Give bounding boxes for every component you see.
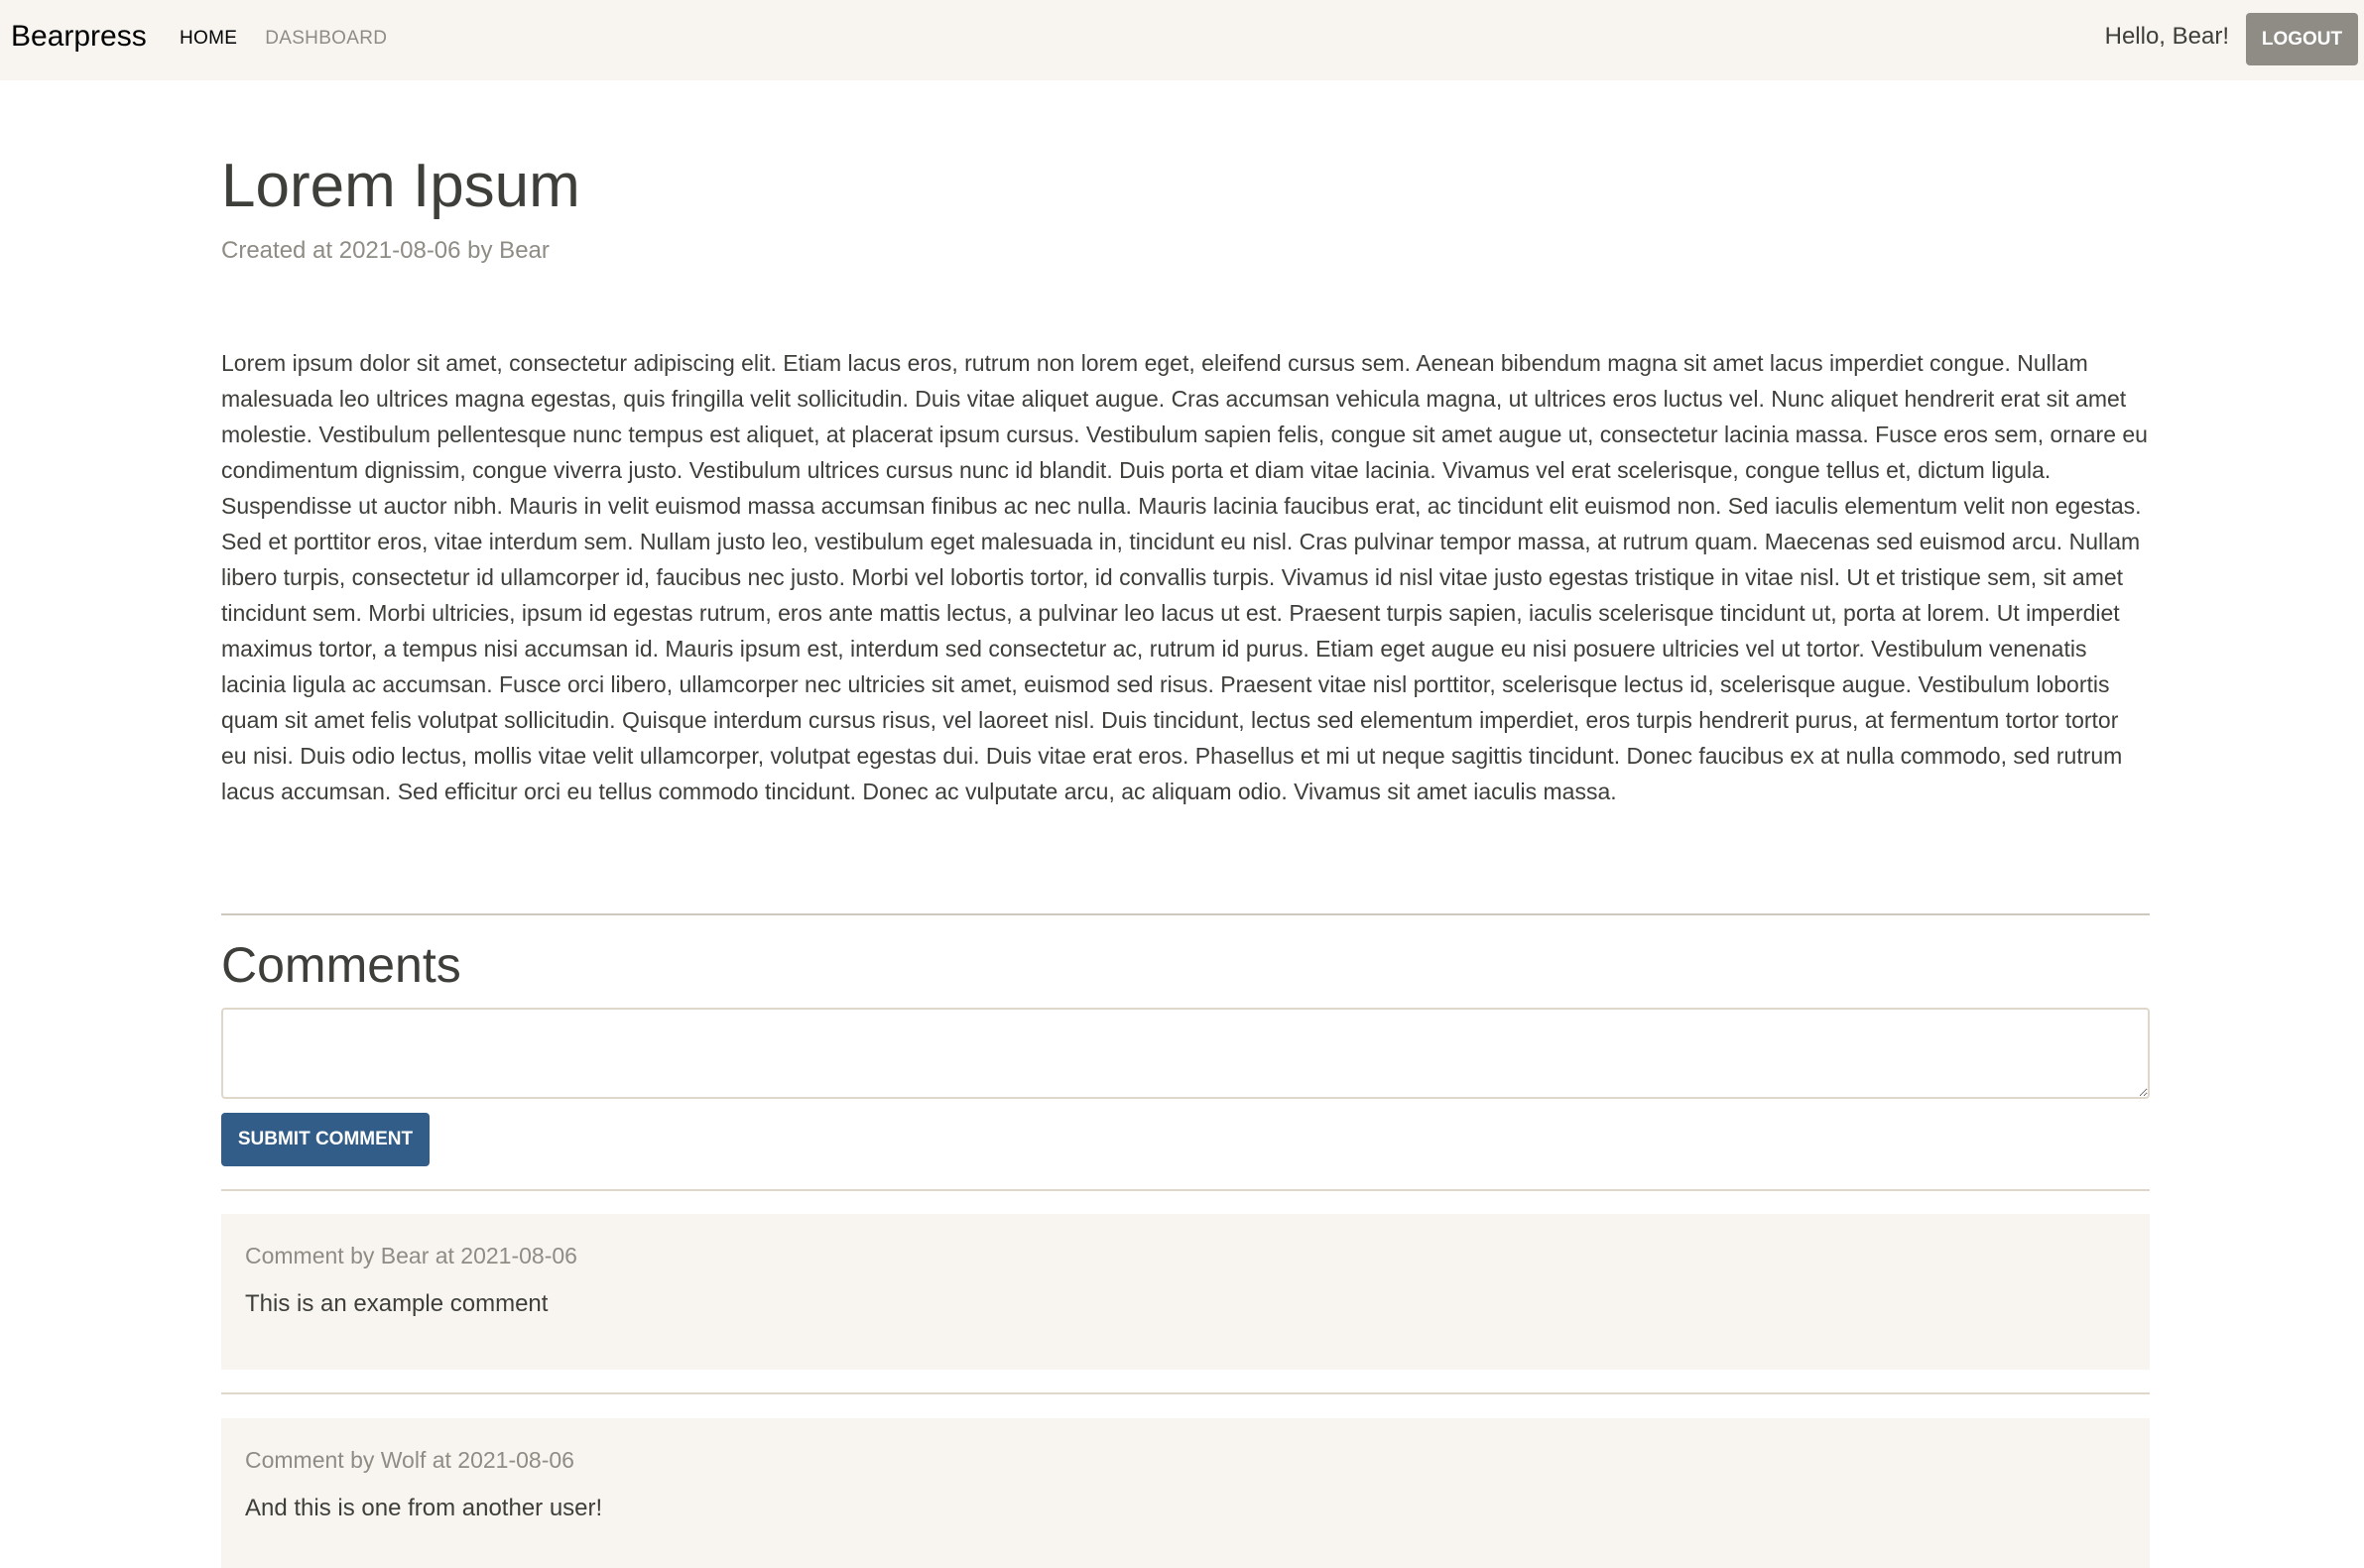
post-meta: Created at 2021-08-06 by Bear bbox=[221, 237, 550, 264]
logout-button[interactable]: LOGOUT bbox=[2246, 13, 2358, 65]
section-divider bbox=[221, 913, 2150, 915]
comment-card: Comment by Bear at 2021-08-06 This is an… bbox=[221, 1214, 2150, 1370]
user-greeting: Hello, Bear! bbox=[2104, 23, 2229, 50]
nav-links: HOME DASHBOARD bbox=[180, 28, 387, 50]
comment-meta: Comment by Wolf at 2021-08-06 bbox=[245, 1447, 574, 1473]
comment-divider bbox=[221, 1189, 2150, 1191]
comment-card: Comment by Wolf at 2021-08-06 And this i… bbox=[221, 1418, 2150, 1568]
comment-text: This is an example comment bbox=[245, 1290, 549, 1317]
nav-link-home[interactable]: HOME bbox=[180, 28, 237, 49]
nav-item-dashboard: DASHBOARD bbox=[265, 28, 387, 50]
submit-comment-button[interactable]: SUBMIT COMMENT bbox=[221, 1113, 430, 1166]
comment-input[interactable] bbox=[221, 1008, 2150, 1099]
nav-link-dashboard[interactable]: DASHBOARD bbox=[265, 28, 387, 49]
post-title: Lorem Ipsum bbox=[221, 152, 580, 220]
comments-heading: Comments bbox=[221, 937, 461, 993]
comment-text: And this is one from another user! bbox=[245, 1495, 603, 1521]
nav-item-home: HOME bbox=[180, 28, 237, 50]
post-body: Lorem ipsum dolor sit amet, consectetur … bbox=[221, 350, 2148, 804]
brand-link[interactable]: Bearpress bbox=[11, 20, 147, 54]
comment-divider bbox=[221, 1392, 2150, 1394]
navbar: Bearpress HOME DASHBOARD Hello, Bear! LO… bbox=[0, 0, 2364, 80]
comment-meta: Comment by Bear at 2021-08-06 bbox=[245, 1243, 577, 1268]
